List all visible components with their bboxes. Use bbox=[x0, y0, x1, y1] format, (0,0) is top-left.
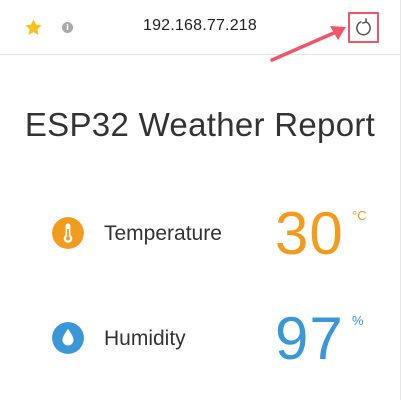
humidity-value: 97 bbox=[275, 305, 344, 372]
temperature-unit: °C bbox=[352, 208, 367, 223]
water-drop-icon bbox=[52, 322, 84, 354]
thermometer-icon bbox=[52, 217, 84, 249]
reload-icon bbox=[356, 18, 371, 36]
page-title: ESP32 Weather Report bbox=[24, 106, 376, 143]
reload-button[interactable] bbox=[348, 12, 379, 43]
browser-page: i 192.168.77.218 ESP32 Weather Report Te… bbox=[0, 0, 401, 400]
humidity-row: Humidity 97 % bbox=[0, 300, 400, 380]
humidity-unit: % bbox=[352, 313, 364, 328]
address-bar: i 192.168.77.218 bbox=[0, 0, 400, 55]
url-text[interactable]: 192.168.77.218 bbox=[0, 17, 400, 35]
temperature-row: Temperature 30 °C bbox=[0, 195, 400, 275]
humidity-label: Humidity bbox=[104, 327, 186, 350]
temperature-value: 30 bbox=[275, 200, 344, 267]
temperature-label: Temperature bbox=[104, 222, 222, 245]
